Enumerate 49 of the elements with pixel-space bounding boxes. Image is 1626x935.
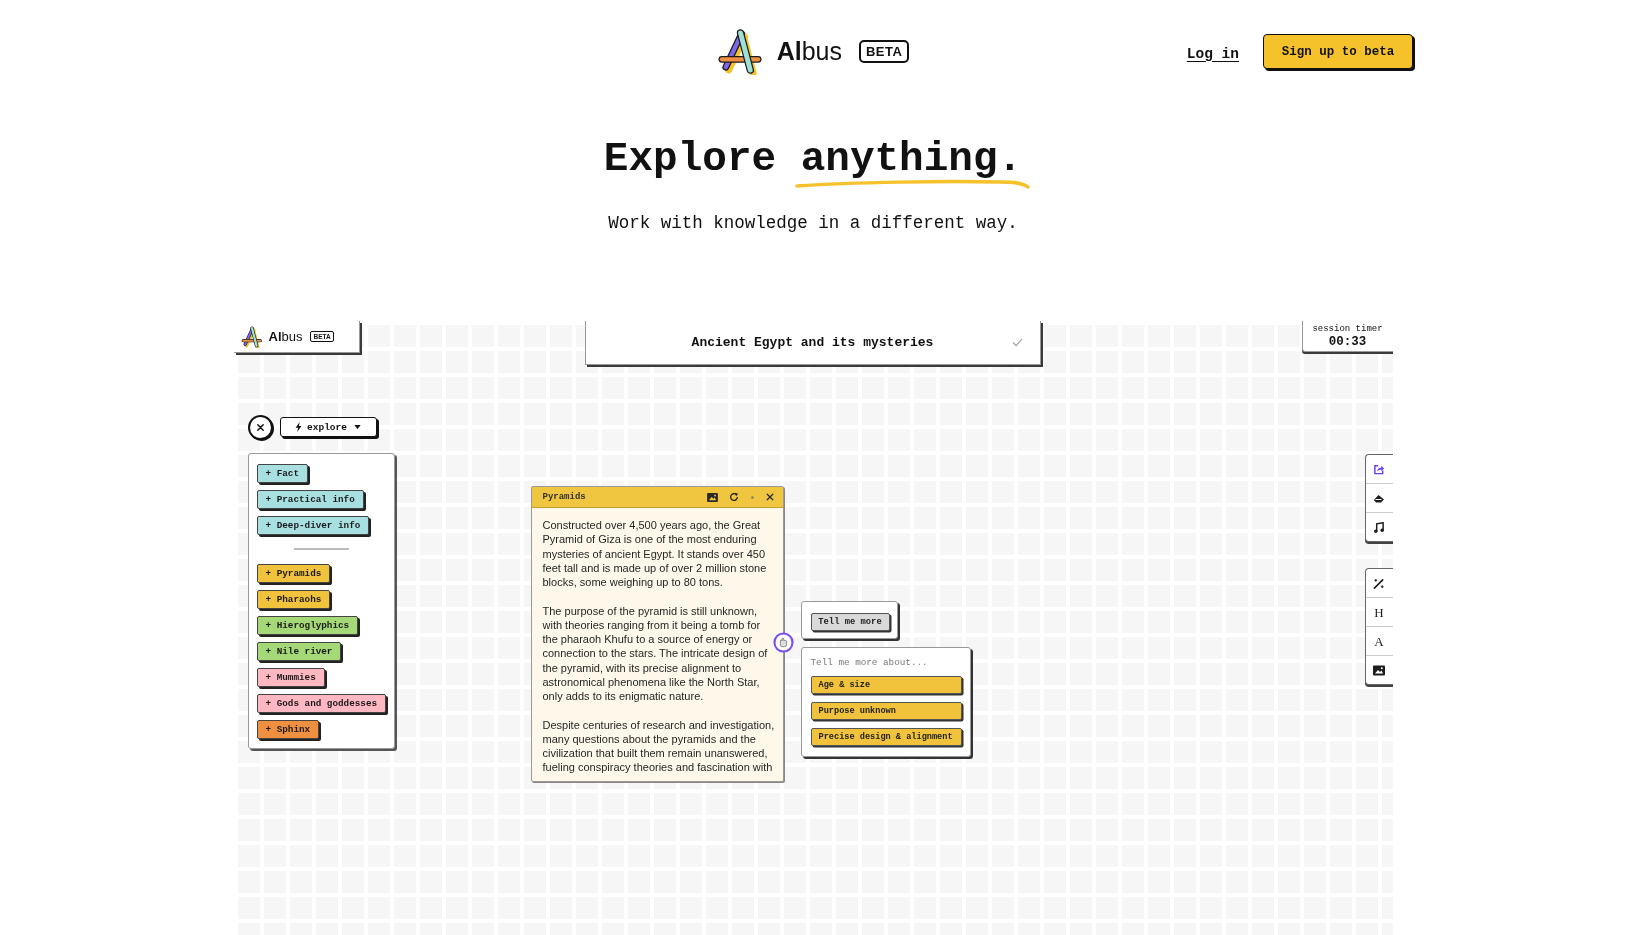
suggestion-chip[interactable]: + Deep-diver info: [256, 516, 370, 535]
followup-option[interactable]: Precise design & alignment: [810, 728, 962, 746]
hero-subtitle: Work with knowledge in a different way.: [608, 212, 1018, 235]
tell-me-more-button[interactable]: Tell me more: [810, 613, 890, 631]
hero-title: Explore anything.: [603, 141, 1023, 177]
note-paragraph: Despite centuries of research and investigation, many questions about the pyramids and the civilization that built them remain unanswered, fueling conspiracy theories and fascination with: [542, 717, 776, 775]
note-title: Pyramids: [542, 492, 586, 502]
followup-option[interactable]: Purpose unknown: [810, 702, 962, 720]
timer-value: 00:33: [1328, 334, 1367, 349]
close-button[interactable]: [247, 415, 273, 440]
close-icon[interactable]: [765, 493, 774, 501]
note-paragraph: Constructed over 4,500 years ago, the Great Pyramid of Giza is one of the most enduring mysteries of ancient Egypt. It stands over 450 feet tall and is made up of over 2 million stone blocks, some weighing up to 80 tons.: [542, 518, 768, 590]
eraser-icon[interactable]: [1373, 492, 1385, 504]
magic-wand-icon[interactable]: [1373, 577, 1385, 589]
note-paragraph: The purpose of the pyramid is still unknown, with theories ranging from it being a tomb for the pharaoh Khufu to a source of energy or connection to the stars. The intricate design of the pyramid, with its precise alignment to astronomical phenomena like the North Star, only adds to its enigmatic nature.: [542, 603, 769, 704]
logo-icon: [716, 28, 764, 75]
close-icon: [255, 423, 265, 432]
mode-dropdown[interactable]: explore: [279, 417, 377, 437]
suggestion-chip[interactable]: + Gods and goddesses: [256, 694, 387, 713]
suggestion-chip[interactable]: + Pyramids: [256, 564, 331, 583]
topic-title: Ancient Egypt and its mysteries: [691, 335, 934, 350]
text-tool-button[interactable]: A: [1374, 634, 1384, 648]
drag-handle-icon[interactable]: [772, 632, 794, 653]
music-note-icon[interactable]: [1373, 521, 1385, 533]
signup-button[interactable]: Sign up to beta: [1263, 34, 1413, 69]
suggestion-chip[interactable]: + Hieroglyphics: [256, 616, 359, 635]
suggestion-chip[interactable]: + Nile river: [256, 642, 342, 661]
text-tool-button[interactable]: H: [1374, 605, 1384, 619]
suggestion-chip[interactable]: + Sphinx: [256, 720, 320, 739]
lightning-icon: [295, 422, 303, 432]
caret-icon: [353, 425, 361, 429]
timer-label: session timer: [1312, 323, 1383, 335]
share-icon[interactable]: [1373, 463, 1385, 475]
suggestion-chip[interactable]: + Pharaohs: [256, 590, 331, 609]
beta-badge: BETA: [858, 40, 910, 63]
followup-prompt: Tell me more about...: [810, 657, 928, 669]
logo-icon: [240, 325, 263, 348]
brand-name: Albus: [268, 329, 303, 344]
suggestion-chip[interactable]: + Mummies: [256, 668, 325, 687]
dot-icon[interactable]: [750, 495, 754, 499]
suggestion-chip[interactable]: + Practical info: [256, 490, 364, 509]
login-link[interactable]: Log in: [1186, 45, 1239, 62]
followup-option[interactable]: Age & size: [810, 676, 962, 694]
refresh-icon[interactable]: [728, 492, 739, 502]
suggestion-chip[interactable]: + Fact: [256, 464, 308, 483]
brand-name: Albus: [776, 39, 842, 64]
check-icon[interactable]: [1011, 338, 1023, 347]
image-icon[interactable]: [1373, 664, 1385, 676]
image-icon[interactable]: [706, 492, 718, 502]
